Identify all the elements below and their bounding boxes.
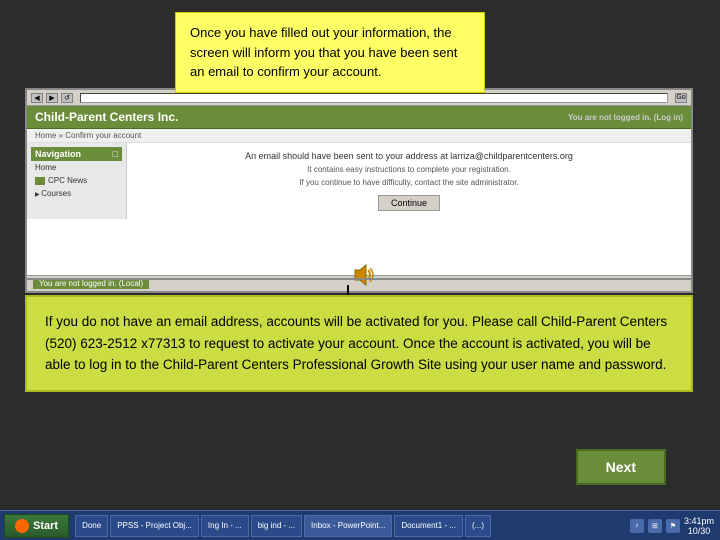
- taskbar-time: 3:41pm 10/30: [684, 516, 714, 536]
- continue-button[interactable]: Continue: [378, 195, 440, 211]
- windows-logo: [15, 519, 29, 533]
- network-icon[interactable]: ⊞: [648, 519, 662, 533]
- sidebar-item-news[interactable]: CPC News: [31, 174, 122, 187]
- antivirus-icon[interactable]: ⚑: [666, 519, 680, 533]
- taskbar-app-3[interactable]: big ind - ...: [251, 515, 302, 537]
- taskbar-app-1[interactable]: PPSS - Project Obj...: [110, 515, 199, 537]
- browser-back-btn[interactable]: ◀: [31, 93, 43, 103]
- sidebar: Navigation □ Home CPC News Courses: [27, 143, 127, 219]
- taskbar-apps: Done PPSS - Project Obj... Ing In - ... …: [75, 515, 624, 537]
- browser-go-btn[interactable]: Go: [675, 93, 687, 103]
- top-info-box: Once you have filled out your informatio…: [175, 12, 485, 93]
- bottom-info-text: If you do not have an email address, acc…: [45, 314, 667, 372]
- taskbar-app-0[interactable]: Done: [75, 515, 108, 537]
- email-notice: An email should have been sent to your a…: [139, 151, 679, 161]
- start-button[interactable]: Start: [4, 514, 69, 538]
- browser-main-area: An email should have been sent to your a…: [127, 143, 691, 219]
- cpc-news-icon: [35, 177, 45, 185]
- instructions-text: It contains easy instructions to complet…: [139, 165, 679, 174]
- sidebar-item-courses[interactable]: Courses: [31, 187, 122, 200]
- taskbar-app-6[interactable]: (...): [465, 515, 491, 537]
- browser-forward-btn[interactable]: ▶: [46, 93, 58, 103]
- divider-line: [25, 278, 693, 280]
- sidebar-item-home[interactable]: Home: [31, 161, 122, 174]
- browser-address-bar[interactable]: [80, 93, 668, 103]
- volume-icon[interactable]: ♪: [630, 519, 644, 533]
- next-button[interactable]: Next: [576, 449, 666, 485]
- start-label: Start: [33, 520, 58, 532]
- sidebar-header: Navigation □: [31, 147, 122, 161]
- taskbar-app-2[interactable]: Ing In - ...: [201, 515, 249, 537]
- sidebar-header-label: Navigation: [35, 149, 81, 159]
- cpc-header: Child-Parent Centers Inc. You are not lo…: [27, 106, 691, 129]
- browser-refresh-btn[interactable]: ↺: [61, 93, 73, 103]
- taskbar-app-5[interactable]: Document1 - ...: [394, 515, 463, 537]
- speaker-icon[interactable]: [350, 260, 380, 290]
- difficulty-text: If you continue to have difficulty, cont…: [139, 178, 679, 187]
- bottom-info-box: If you do not have an email address, acc…: [25, 295, 693, 392]
- taskbar-system: ♪ ⊞ ⚑ 3:41pm 10/30: [624, 516, 720, 536]
- org-name: Child-Parent Centers Inc.: [35, 110, 178, 124]
- main-content-area: Navigation □ Home CPC News Courses An em…: [27, 143, 691, 219]
- taskbar: Start Done PPSS - Project Obj... Ing In …: [0, 510, 720, 540]
- sidebar-expand-icon[interactable]: □: [113, 149, 118, 159]
- taskbar-app-4[interactable]: Inbox - PowerPoint...: [304, 515, 392, 537]
- breadcrumb: Home » Confirm your account: [27, 129, 691, 143]
- top-info-text: Once you have filled out your informatio…: [190, 25, 457, 79]
- logged-in-top: You are not logged in. (Log in): [568, 113, 683, 122]
